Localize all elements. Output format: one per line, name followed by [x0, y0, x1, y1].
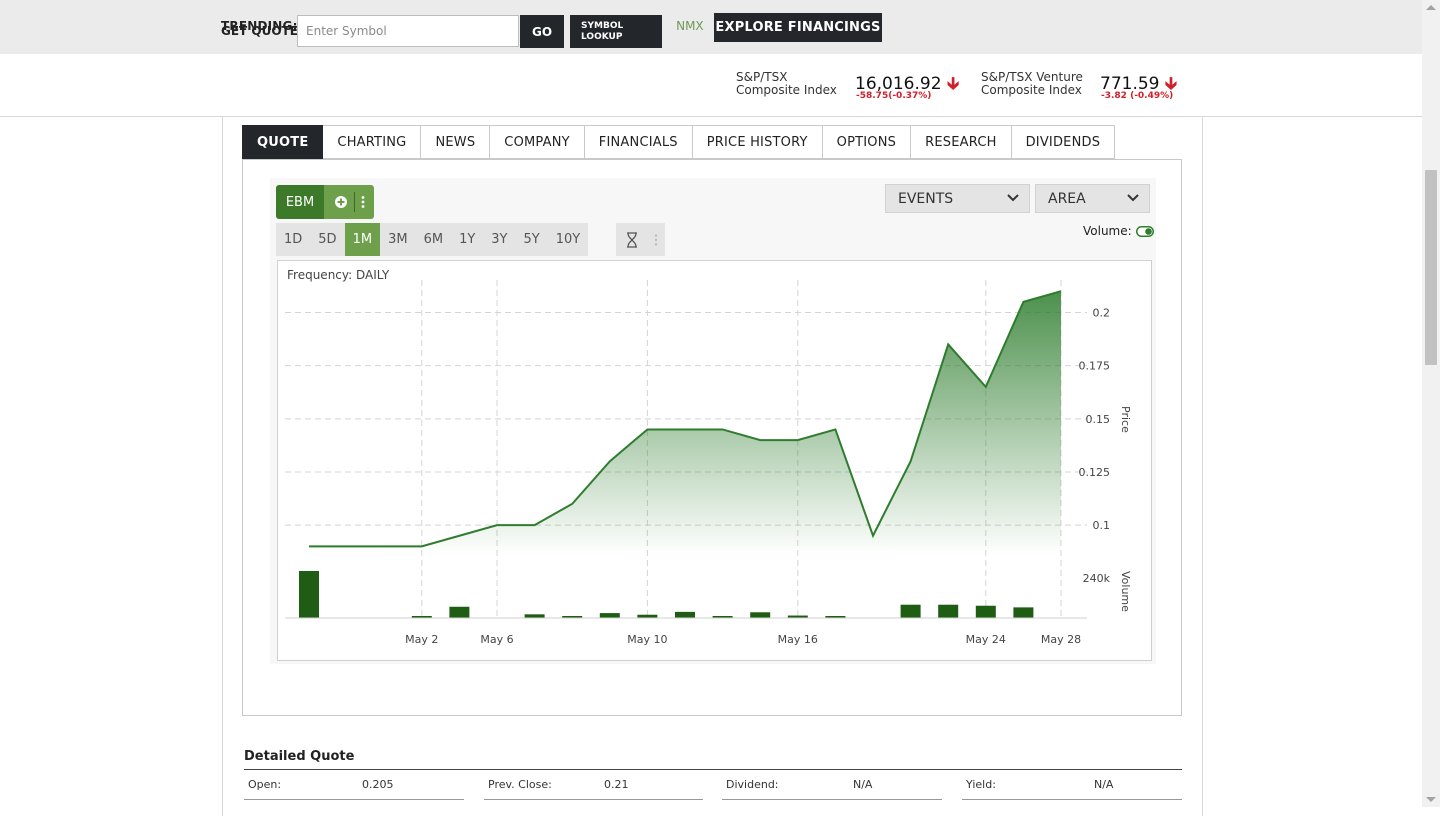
range-3m[interactable]: 3M — [380, 223, 416, 256]
price-chart[interactable]: 0.1 0.125 0.15 0.175 0.2 May 2 May 6 May 10 May … — [277, 260, 1152, 661]
index-name: S&P/TSX Composite Index — [736, 71, 837, 97]
volume-toggle-label: Volume: — [1083, 224, 1132, 238]
detailed-quote-underline — [962, 799, 1182, 800]
tab-research[interactable]: RESEARCH — [911, 125, 1012, 159]
chart-tools[interactable] — [616, 223, 665, 256]
chart-type-dropdown[interactable]: AREA — [1035, 184, 1150, 213]
tab-price-history[interactable]: PRICE HISTORY — [692, 125, 823, 159]
symbol-actions[interactable] — [324, 185, 374, 219]
detailed-quote-underline — [722, 799, 942, 800]
range-5d[interactable]: 5D — [310, 223, 344, 256]
index-name: S&P/TSX Venture Composite Index — [981, 71, 1083, 97]
more-options-icon[interactable] — [654, 233, 658, 247]
x-tick-label: May 28 — [1041, 633, 1081, 646]
x-tick-label: May 6 — [480, 633, 513, 646]
volume-bar — [1013, 607, 1034, 618]
events-dropdown-label: EVENTS — [898, 190, 954, 207]
quote-bar — [0, 54, 1422, 117]
divider — [353, 192, 355, 212]
index-change: -3.82 (-0.49%) — [1101, 91, 1174, 101]
range-10y[interactable]: 10Y — [548, 223, 588, 256]
range-5y[interactable]: 5Y — [516, 223, 548, 256]
x-tick-label: May 2 — [405, 633, 438, 646]
chevron-down-icon — [1007, 194, 1019, 202]
detailed-quote-label: Prev. Close: — [488, 778, 552, 791]
range-1d[interactable]: 1D — [276, 223, 310, 256]
tab-news[interactable]: NEWS — [421, 125, 491, 159]
chart-type-dropdown-label: AREA — [1048, 190, 1086, 207]
down-arrow-icon: 🡳 — [946, 74, 960, 94]
symbol-lookup-line1: SYMBOL — [581, 21, 624, 31]
go-button[interactable]: GO — [520, 15, 564, 48]
range-1m[interactable]: 1M — [344, 223, 381, 256]
tab-company[interactable]: COMPANY — [490, 125, 585, 159]
detailed-quote-divider — [244, 769, 1182, 770]
range-1y[interactable]: 1Y — [451, 223, 483, 256]
detailed-quote-value: N/A — [1094, 778, 1114, 791]
trending-ticker[interactable]: NMX — [676, 19, 704, 33]
get-quote-label: GET QUOTE: — [221, 24, 303, 38]
volume-bar — [449, 606, 470, 618]
symbol-label[interactable]: EBM — [276, 185, 324, 219]
price-axis-label: Price — [1119, 406, 1132, 433]
x-tick-label: May 10 — [627, 633, 667, 646]
detailed-quote-value: N/A — [853, 778, 873, 791]
range-6m[interactable]: 6M — [416, 223, 452, 256]
volume-tick-label: 240k — [1083, 572, 1111, 585]
volume-bar — [599, 613, 620, 618]
page-scrollbar[interactable] — [1422, 0, 1440, 807]
x-tick-label: May 16 — [778, 633, 818, 646]
chevron-down-icon — [1127, 194, 1139, 202]
tab-financials[interactable]: FINANCIALS — [584, 125, 693, 159]
tab-dividends[interactable]: DIVIDENDS — [1011, 125, 1116, 159]
explore-financings-button[interactable]: EXPLORE FINANCINGS — [714, 13, 882, 42]
volume-axis-label: Volume — [1119, 571, 1132, 612]
index-change: -58.75(-0.37%) — [856, 91, 932, 101]
index-name-line2: Composite Index — [736, 83, 837, 97]
volume-toggle[interactable]: Volume: — [1083, 224, 1154, 238]
symbol-lookup-line2: LOOKUP — [581, 32, 623, 42]
range-3y[interactable]: 3Y — [483, 223, 515, 256]
symbol-input[interactable] — [297, 15, 519, 47]
add-comparison-icon[interactable] — [334, 195, 348, 209]
detailed-quote-label: Open: — [248, 778, 282, 791]
volume-bar — [975, 605, 996, 618]
detailed-quote-underline — [244, 799, 464, 800]
volume-bar — [938, 604, 959, 618]
price-tick-label: 0.175 — [1079, 360, 1111, 373]
detailed-quote-label: Dividend: — [726, 778, 779, 791]
toggle-on-icon[interactable] — [1135, 225, 1154, 237]
volume-bar — [299, 571, 319, 618]
range-selector: 1D 5D 1M 3M 6M 1Y 3Y 5Y 10Y — [276, 223, 589, 256]
price-tick-label: 0.2 — [1093, 307, 1111, 320]
hourglass-icon[interactable] — [624, 231, 640, 248]
quote-tabs: QUOTE CHARTING NEWS COMPANY FINANCIALS PRICE … — [242, 125, 1116, 159]
volume-bars — [299, 571, 1034, 618]
detailed-quote-underline — [484, 799, 703, 800]
events-dropdown[interactable]: EVENTS — [885, 184, 1030, 213]
detailed-quote-title: Detailed Quote — [244, 749, 355, 764]
volume-bar — [900, 604, 921, 618]
scroll-down-icon[interactable] — [1426, 797, 1436, 802]
tab-quote[interactable]: QUOTE — [242, 125, 324, 159]
scroll-up-icon[interactable] — [1426, 5, 1436, 10]
detailed-quote-label: Yield: — [966, 778, 996, 791]
price-tick-label: 0.1 — [1093, 519, 1111, 532]
index-name-line2: Composite Index — [981, 83, 1082, 97]
more-options-icon[interactable] — [361, 195, 365, 209]
detailed-quote-value: 0.21 — [604, 778, 629, 791]
volume-bar — [750, 612, 771, 618]
tab-charting[interactable]: CHARTING — [323, 125, 422, 159]
x-tick-label: May 24 — [966, 633, 1006, 646]
scrollbar-thumb[interactable] — [1425, 170, 1437, 365]
tab-options[interactable]: OPTIONS — [822, 125, 912, 159]
symbol-lookup-button[interactable]: SYMBOL LOOKUP — [570, 15, 662, 48]
volume-bar — [675, 611, 695, 618]
symbol-pill: EBM — [276, 185, 374, 219]
volume-bar — [524, 614, 545, 618]
price-tick-label: 0.15 — [1086, 413, 1111, 426]
detailed-quote-value: 0.205 — [362, 778, 394, 791]
price-tick-label: 0.125 — [1079, 466, 1111, 479]
